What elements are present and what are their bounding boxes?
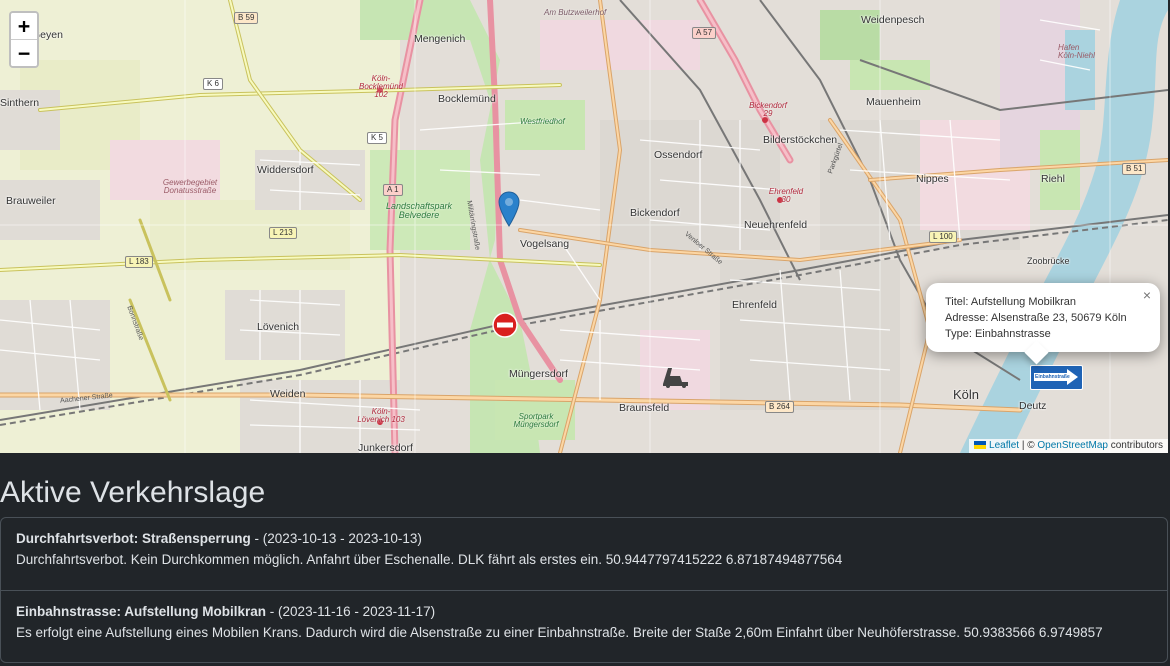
place-label: Lövenich	[257, 321, 300, 333]
place-label: Bilderstöckchen	[763, 134, 838, 146]
one-way-sign-icon[interactable]: Einbahnstraße	[1030, 365, 1083, 390]
place-label: Ossendorf	[654, 149, 703, 161]
place-label: Widdersdorf	[257, 164, 314, 176]
incident-list: Durchfahrtsverbot: Straßensperrung - (20…	[0, 517, 1168, 663]
zoom-control: + −	[9, 11, 39, 68]
road-shield: L 100	[929, 231, 957, 243]
place-label: Bocklemünd	[438, 93, 496, 105]
one-way-sign-label: Einbahnstraße	[1035, 374, 1070, 380]
marker-popup: × Titel: Aufstellung Mobilkran Adresse: …	[926, 283, 1160, 365]
road-shield: A 1	[383, 184, 403, 196]
zoom-in-button[interactable]: +	[11, 13, 37, 39]
place-label: Deutz	[1019, 400, 1047, 412]
popup-type: Type: Einbahnstrasse	[945, 328, 1051, 340]
road-shield: K 6	[203, 78, 224, 90]
place-label: Nippes	[916, 173, 949, 185]
road-shield: L 213	[269, 227, 297, 239]
station-label: Köln-Bocklemünd 102	[358, 74, 404, 99]
park-label: Westfriedhof	[520, 117, 565, 126]
park-label: Landschaftspark Belvedere	[385, 201, 453, 220]
area-label: Gewerbegebiet Donatusstraße	[162, 178, 218, 195]
place-label: Ehrenfeld	[732, 299, 777, 311]
incident-description: Durchfahrtsverbot. Kein Durchkommen mögl…	[16, 552, 843, 567]
incident-description: Es erfolgt eine Aufstellung eines Mobile…	[16, 625, 1103, 640]
map-marker-icon[interactable]	[498, 191, 520, 227]
station-label: Ehrenfeld 30	[768, 187, 804, 204]
road-shield: K 5	[367, 132, 388, 144]
incident-title: Einbahnstrasse: Aufstellung Mobilkran	[16, 604, 267, 619]
traffic-jam-icon	[663, 368, 688, 388]
attribution-separator: | ©	[1019, 440, 1038, 451]
station-label: Köln-Lövenich 103	[357, 407, 405, 424]
area-label: Hafen Köln-Niehl	[1058, 43, 1095, 60]
place-label: Vogelsang	[520, 238, 570, 250]
page-title: Aktive Verkehrslage	[0, 476, 266, 509]
place-label: Brauweiler	[6, 195, 56, 207]
road-shield: B 51	[1122, 163, 1147, 175]
place-label: Bickendorf	[630, 207, 680, 219]
map-attribution: Leaflet | © OpenStreetMap contributors	[969, 439, 1168, 453]
road-shield: A 57	[692, 27, 717, 39]
incident-dates: - (2023-10-13 - 2023-10-13)	[250, 531, 422, 546]
place-label: Sinthern	[0, 97, 40, 109]
place-label: Riehl	[1041, 173, 1065, 185]
popup-address: Adresse: Alsenstraße 23, 50679 Köln	[945, 312, 1127, 324]
place-label: Weidenpesch	[861, 14, 925, 26]
attribution-contributors: contributors	[1107, 440, 1163, 451]
popup-title: Titel: Aufstellung Mobilkran	[945, 296, 1077, 308]
road-shield: L 183	[125, 256, 153, 268]
map-tiles[interactable]	[0, 0, 1168, 453]
place-label: Müngersdorf	[509, 368, 568, 380]
no-entry-sign-icon[interactable]	[492, 312, 518, 338]
road-shield: B 59	[234, 12, 259, 24]
map[interactable]: Mengenich Weidenpesch Sinthern Geyen Boc…	[0, 0, 1168, 453]
list-item[interactable]: Durchfahrtsverbot: Straßensperrung - (20…	[1, 518, 1167, 590]
ukraine-flag-icon	[974, 441, 987, 450]
place-label: Mengenich	[414, 33, 466, 45]
leaflet-link[interactable]: Leaflet	[989, 440, 1019, 451]
station-label: Bickendorf 29	[749, 101, 787, 118]
place-label: Weiden	[270, 388, 306, 400]
zoom-out-button[interactable]: −	[11, 39, 37, 66]
place-label: Junkersdorf	[358, 442, 413, 453]
osm-link[interactable]: OpenStreetMap	[1037, 440, 1108, 451]
place-label: Neuehrenfeld	[744, 219, 808, 231]
incident-title: Durchfahrtsverbot: Straßensperrung	[16, 531, 251, 546]
place-label: Braunsfeld	[619, 402, 670, 414]
station-label: Am Butzweilerhof	[544, 8, 607, 17]
list-item[interactable]: Einbahnstrasse: Aufstellung Mobilkran - …	[1, 590, 1167, 662]
incident-dates: - (2023-11-16 - 2023-11-17)	[266, 604, 436, 619]
road-shield: B 264	[765, 401, 794, 413]
place-label: Köln	[953, 387, 980, 402]
place-label: Zoobrücke	[1027, 256, 1070, 266]
place-label: Mauenheim	[866, 96, 921, 108]
park-label: Sportpark Müngersdorf	[513, 412, 559, 429]
